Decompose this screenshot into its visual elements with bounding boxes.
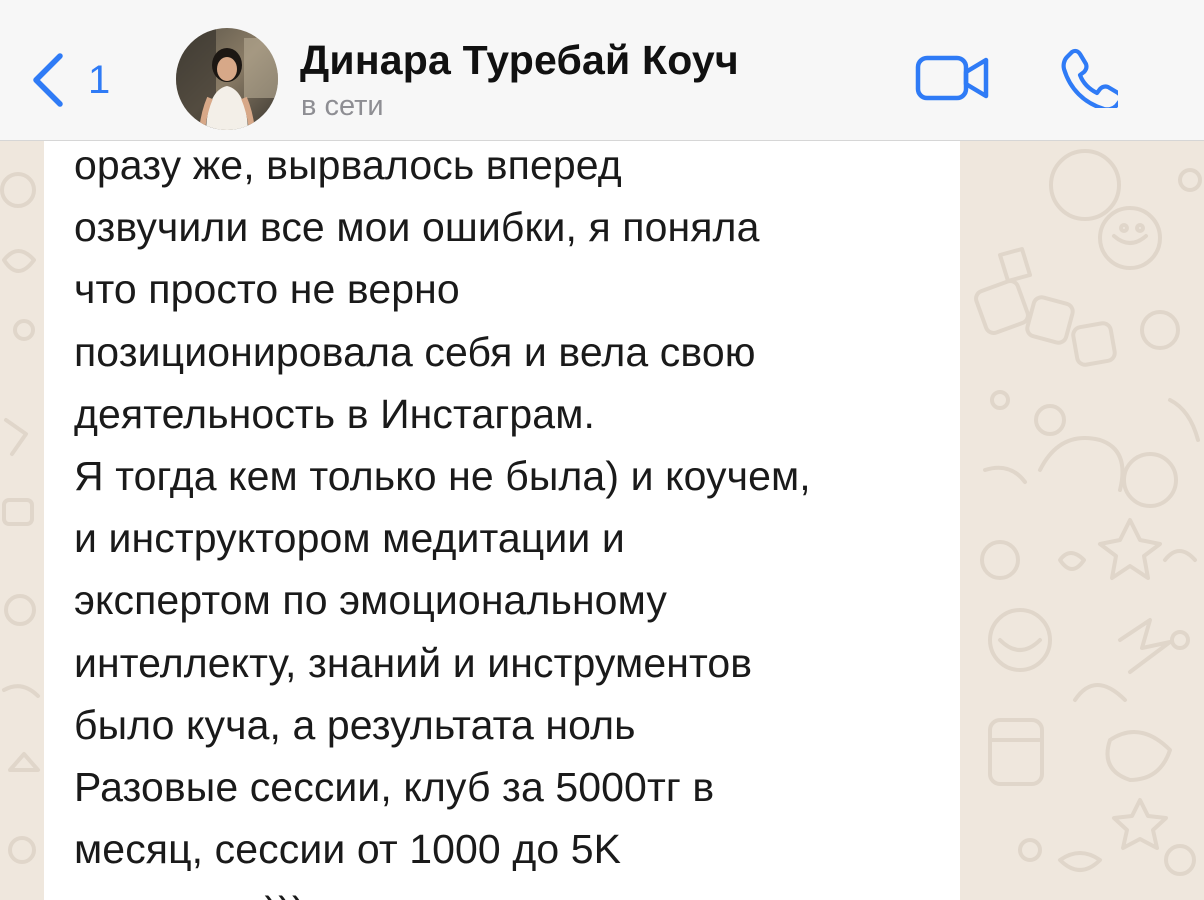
message-bubble[interactable]: оразу же, вырвалось вперед озвучили все … <box>44 96 960 900</box>
contact-name[interactable]: Динара Туребай Коуч <box>300 37 739 84</box>
video-call-button[interactable] <box>914 52 992 104</box>
chevron-left-icon <box>30 52 66 108</box>
avatar[interactable] <box>176 28 278 130</box>
phone-icon <box>1056 48 1124 112</box>
chat-screen: оразу же, вырвалось вперед озвучили все … <box>0 0 1204 900</box>
contact-status: в сети <box>301 90 384 122</box>
unread-count: 1 <box>88 57 111 102</box>
voice-call-button[interactable] <box>1056 46 1124 112</box>
back-button[interactable]: 1 <box>30 48 110 112</box>
video-camera-icon <box>914 55 992 108</box>
chat-header: 1 Динара Туребай Коуч в сети <box>0 0 1204 141</box>
message-text: оразу же, вырвалось вперед озвучили все … <box>74 142 811 900</box>
